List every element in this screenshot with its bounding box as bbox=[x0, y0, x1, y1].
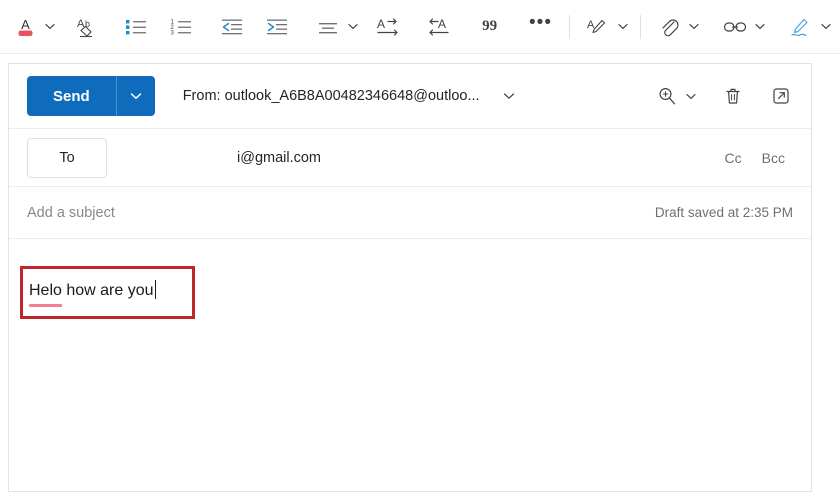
send-button[interactable]: Send bbox=[27, 76, 116, 116]
svg-text:A: A bbox=[438, 17, 446, 31]
quote-icon[interactable]: 99 bbox=[471, 10, 509, 44]
draft-status: Draft saved at 2:35 PM bbox=[654, 205, 793, 220]
text-cursor bbox=[154, 280, 157, 299]
more-options-icon[interactable]: ••• bbox=[522, 6, 560, 48]
compose-header-row: Send From: outlook_A6B8A00482346648@outl… bbox=[9, 64, 811, 129]
bulleted-list-icon[interactable] bbox=[117, 10, 155, 44]
compose-header-actions bbox=[651, 79, 797, 113]
svg-text:A: A bbox=[377, 17, 385, 31]
subject-input[interactable]: Add a subject bbox=[27, 205, 115, 221]
svg-text:A: A bbox=[21, 17, 30, 32]
message-body-text[interactable]: Helo how are you bbox=[29, 280, 157, 307]
increase-indent-icon[interactable] bbox=[258, 10, 296, 44]
cc-button[interactable]: Cc bbox=[719, 146, 748, 170]
popout-icon[interactable] bbox=[765, 80, 797, 112]
link-chevron-icon[interactable] bbox=[754, 10, 767, 44]
zoom-icon[interactable] bbox=[651, 80, 683, 112]
from-chevron-icon[interactable] bbox=[498, 92, 520, 100]
align-chevron-icon[interactable] bbox=[347, 10, 360, 44]
send-split-button[interactable]: Send bbox=[27, 76, 155, 116]
to-recipient[interactable]: i@gmail.com bbox=[237, 150, 321, 166]
misspelled-word[interactable]: Helo bbox=[29, 280, 62, 307]
font-color-icon[interactable]: A bbox=[6, 10, 44, 44]
decrease-indent-icon[interactable] bbox=[213, 10, 251, 44]
body-rest-text: how are you bbox=[61, 282, 154, 299]
text-direction-rtl-icon[interactable]: A bbox=[420, 10, 458, 44]
dictate-icon[interactable]: A bbox=[578, 10, 616, 44]
to-row: To i@gmail.com Cc Bcc bbox=[9, 129, 811, 187]
compose-pane: Send From: outlook_A6B8A00482346648@outl… bbox=[8, 63, 812, 492]
discard-icon[interactable] bbox=[717, 80, 749, 112]
attach-chevron-icon[interactable] bbox=[688, 10, 701, 44]
align-icon[interactable] bbox=[309, 10, 347, 44]
attach-icon[interactable] bbox=[650, 10, 688, 44]
subject-row: Add a subject Draft saved at 2:35 PM bbox=[9, 187, 811, 239]
numbered-list-icon[interactable]: 1 2 3 bbox=[162, 10, 200, 44]
link-icon[interactable] bbox=[716, 10, 754, 44]
zoom-chevron-icon[interactable] bbox=[683, 79, 699, 113]
signature-chevron-icon[interactable] bbox=[819, 10, 832, 44]
to-button[interactable]: To bbox=[27, 137, 107, 178]
formatting-toolbar: A A b 1 2 3 A A 99 ••• A bbox=[0, 0, 840, 54]
font-color-chevron-icon[interactable] bbox=[44, 10, 57, 44]
clear-formatting-icon[interactable]: A b bbox=[66, 10, 104, 44]
toolbar-divider-1 bbox=[568, 14, 570, 39]
dictate-chevron-icon[interactable] bbox=[616, 10, 629, 44]
send-options-chevron-icon[interactable] bbox=[117, 76, 155, 116]
bcc-button[interactable]: Bcc bbox=[756, 146, 791, 170]
svg-text:3: 3 bbox=[171, 30, 175, 36]
from-address[interactable]: From: outlook_A6B8A00482346648@outloo... bbox=[183, 88, 480, 104]
text-direction-ltr-icon[interactable]: A bbox=[369, 10, 407, 44]
toolbar-divider-2 bbox=[640, 14, 641, 39]
cc-bcc-group: Cc Bcc bbox=[719, 146, 797, 170]
signature-icon[interactable] bbox=[781, 10, 819, 44]
message-body-input[interactable] bbox=[9, 239, 811, 491]
